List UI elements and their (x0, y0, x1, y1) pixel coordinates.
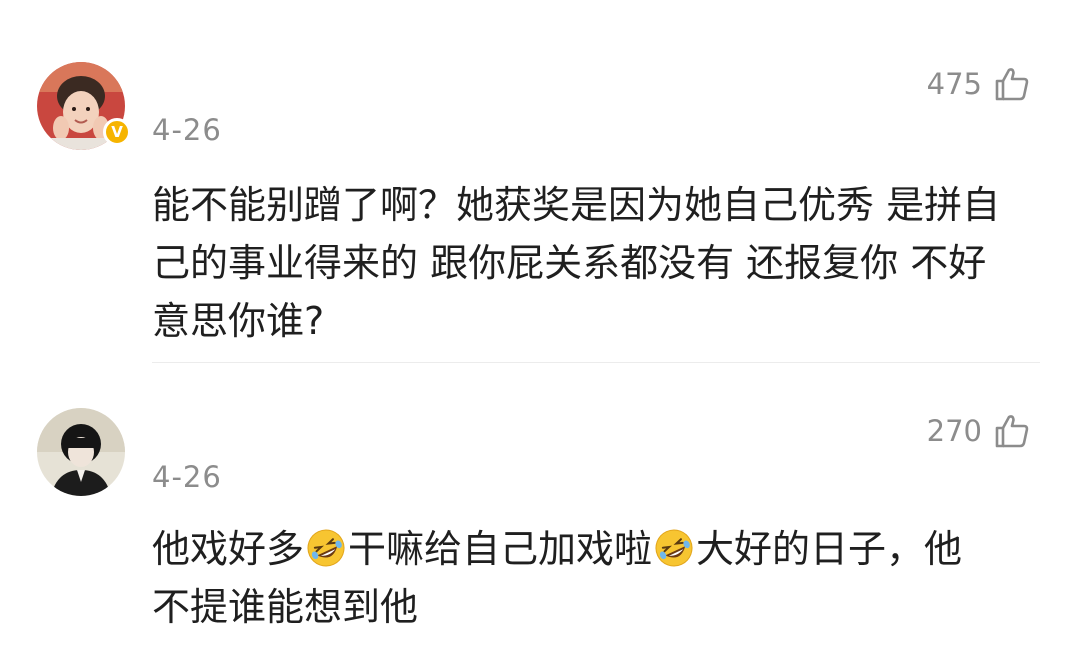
comment-text-segment: 大好的日子，他 (696, 527, 963, 571)
rolling-on-floor-laughing-emoji-icon (307, 529, 345, 567)
like-count: 270 (926, 414, 982, 448)
comment-text-line: 不提谁能想到他 (152, 585, 419, 629)
rolling-on-floor-laughing-emoji-icon (655, 529, 693, 567)
thumbs-up-icon (995, 415, 1029, 448)
avatar-photo-icon (37, 408, 125, 496)
comment-text: 他戏好多 干嘛给自己加戏啦 大好的日子，他 不提谁能想到他 (152, 520, 1052, 636)
avatar[interactable] (37, 408, 125, 496)
comment-text-segment: 干嘛给自己加戏啦 (348, 527, 653, 571)
comment-text-line: 他戏好多 干嘛给自己加戏啦 大好的日子，他 (152, 520, 1052, 578)
comment-item: 4-26 270 他戏好多 干嘛给自己加戏啦 大好的日子，他 不提谁能想到他 (0, 0, 1080, 655)
comment-date: 4-26 (152, 460, 222, 494)
comment-text-segment: 他戏好多 (152, 527, 305, 571)
like-button[interactable]: 270 (927, 411, 1030, 451)
